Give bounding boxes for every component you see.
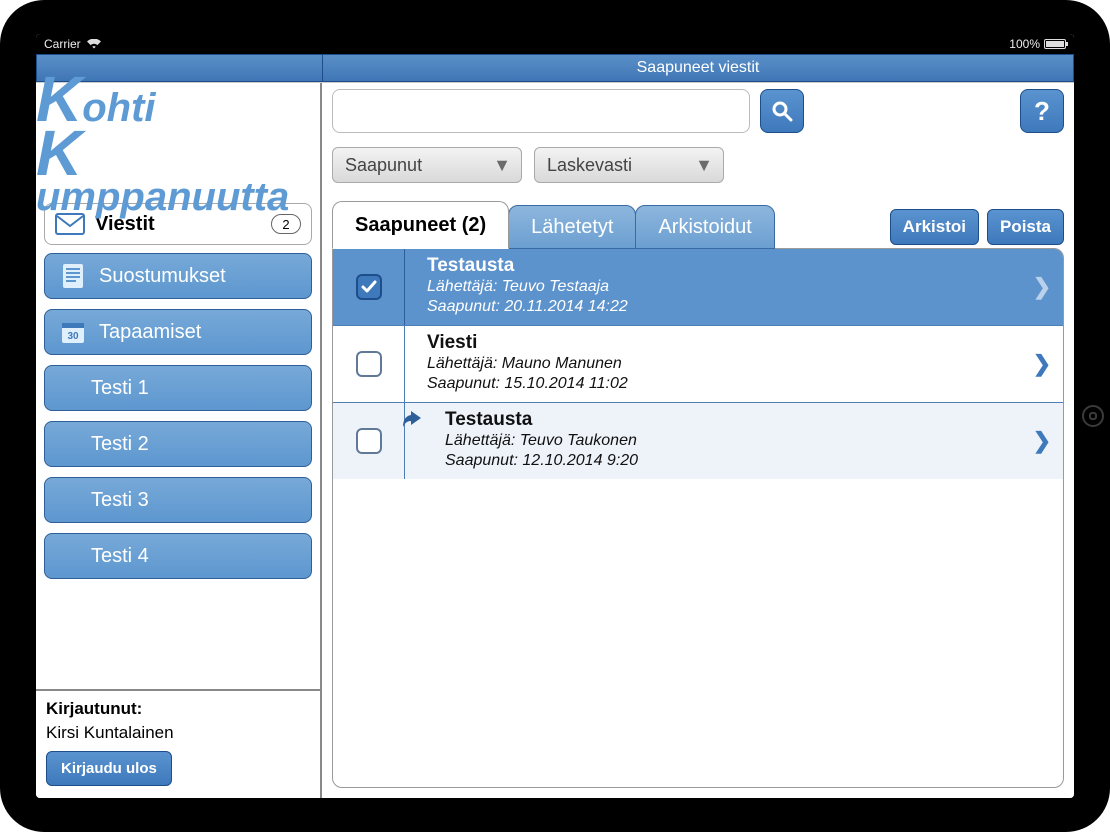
message-checkbox[interactable] [356, 274, 382, 300]
wifi-icon [87, 39, 101, 49]
message-sender: Lähettäjä: Teuvo Taukonen [445, 431, 1009, 451]
message-title: Testausta [427, 255, 1009, 277]
chevron-down-icon: ▼ [493, 155, 511, 176]
tab-label: Arkistoidut [658, 216, 751, 239]
sidebar-item-test2[interactable]: Testi 2 [44, 421, 312, 467]
search-button[interactable] [760, 89, 804, 133]
message-arrived: Saapunut: 12.10.2014 9:20 [445, 451, 1009, 471]
search-icon [771, 100, 793, 122]
carrier-label: Carrier [44, 37, 81, 51]
search-input[interactable] [332, 89, 750, 133]
message-sender: Lähettäjä: Teuvo Testaaja [427, 277, 1009, 297]
sort-dropdown[interactable]: Laskevasti ▼ [534, 147, 724, 183]
sidebar-item-label: Suostumukset [99, 265, 226, 288]
sidebar-item-label: Testi 4 [91, 545, 149, 568]
page-title: Saapuneet viestit [323, 55, 1073, 81]
chevron-right-icon: ❯ [1021, 403, 1063, 479]
status-bar: Carrier 100% [36, 34, 1074, 54]
sidebar-footer: Kirjautunut: Kirsi Kuntalainen Kirjaudu … [36, 689, 320, 798]
archive-button[interactable]: Arkistoi [890, 209, 979, 245]
dropdown-label: Saapunut [345, 155, 485, 176]
tablet-frame: Carrier 100% Saapuneet viestit Kohti [0, 0, 1110, 832]
reply-icon [403, 411, 423, 432]
message-checkbox[interactable] [356, 428, 382, 454]
message-checkbox[interactable] [356, 351, 382, 377]
sidebar: Kohti Kumppanuutta Viestit 2 [36, 83, 322, 798]
home-button[interactable] [1082, 405, 1104, 427]
sidebar-item-meetings[interactable]: 30 Tapaamiset [44, 309, 312, 355]
battery-label: 100% [1009, 37, 1040, 51]
message-row[interactable]: Testausta Lähettäjä: Teuvo Testaaja Saap… [333, 249, 1063, 326]
sidebar-item-test3[interactable]: Testi 3 [44, 477, 312, 523]
sidebar-item-label: Testi 2 [91, 433, 149, 456]
message-row[interactable]: Viesti Lähettäjä: Mauno Manunen Saapunut… [333, 326, 1063, 403]
logged-in-label: Kirjautunut: [46, 699, 310, 719]
sidebar-item-consents[interactable]: Suostumukset [44, 253, 312, 299]
message-title: Viesti [427, 332, 1009, 354]
main-panel: ? Saapunut ▼ Laskevasti ▼ Saapuneet [322, 83, 1074, 798]
sidebar-item-test1[interactable]: Testi 1 [44, 365, 312, 411]
help-icon: ? [1034, 96, 1050, 127]
message-arrived: Saapunut: 15.10.2014 11:02 [427, 374, 1009, 394]
tab-sent[interactable]: Lähetetyt [508, 205, 636, 249]
logout-button[interactable]: Kirjaudu ulos [46, 751, 172, 786]
message-title: Testausta [445, 409, 1009, 431]
svg-text:30: 30 [67, 331, 79, 342]
tab-archived[interactable]: Arkistoidut [635, 205, 774, 249]
dropdown-label: Laskevasti [547, 155, 687, 176]
tab-label: Saapuneet (2) [355, 214, 486, 237]
battery-icon [1044, 39, 1066, 49]
message-arrived: Saapunut: 20.11.2014 14:22 [427, 297, 1009, 317]
filter-dropdown[interactable]: Saapunut ▼ [332, 147, 522, 183]
delete-button[interactable]: Poista [987, 209, 1064, 245]
chevron-right-icon: ❯ [1021, 249, 1063, 325]
tab-label: Lähetetyt [531, 216, 613, 239]
message-row[interactable]: Testausta Lähettäjä: Teuvo Taukonen Saap… [333, 403, 1063, 479]
calendar-icon: 30 [59, 320, 87, 344]
help-button[interactable]: ? [1020, 89, 1064, 133]
sidebar-item-label: Tapaamiset [99, 321, 201, 344]
logged-in-user: Kirsi Kuntalainen [46, 723, 310, 743]
screen: Carrier 100% Saapuneet viestit Kohti [36, 34, 1074, 798]
message-list: Testausta Lähettäjä: Teuvo Testaaja Saap… [332, 248, 1064, 788]
app-logo: Kohti Kumppanuutta [36, 83, 320, 203]
document-icon [59, 263, 87, 289]
chevron-right-icon: ❯ [1021, 326, 1063, 402]
sidebar-item-label: Testi 1 [91, 377, 149, 400]
message-sender: Lähettäjä: Mauno Manunen [427, 354, 1009, 374]
sidebar-item-test4[interactable]: Testi 4 [44, 533, 312, 579]
sidebar-item-label: Testi 3 [91, 489, 149, 512]
chevron-down-icon: ▼ [695, 155, 713, 176]
tab-inbox[interactable]: Saapuneet (2) [332, 201, 509, 249]
